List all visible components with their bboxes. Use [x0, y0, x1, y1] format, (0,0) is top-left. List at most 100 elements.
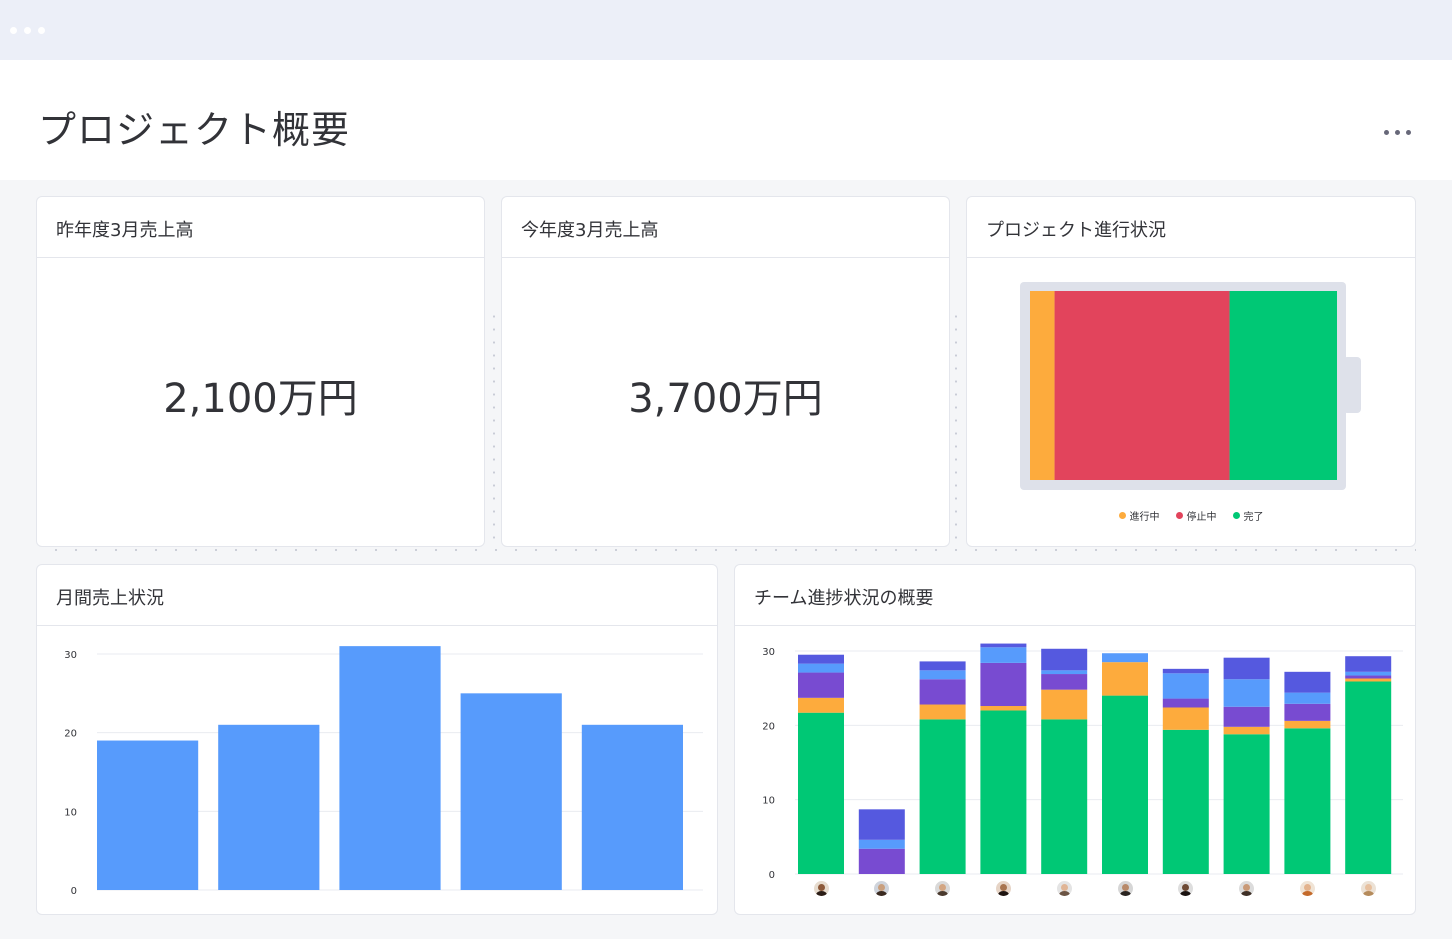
team-bar-segment[interactable]	[1345, 675, 1392, 679]
avatar-body	[937, 891, 949, 896]
avatar[interactable]	[1239, 881, 1255, 896]
card-title: 月間売上状況	[56, 588, 164, 609]
team-bar-segment[interactable]	[919, 670, 966, 680]
battery-segment-done[interactable]	[1229, 291, 1337, 480]
team-bar-segment[interactable]	[1223, 657, 1270, 680]
team-bar-segment[interactable]	[1102, 653, 1148, 663]
y-tick-label: 10	[64, 807, 77, 818]
sales-value: 2,100万円	[163, 376, 358, 422]
team-bar-segment[interactable]	[1345, 678, 1392, 682]
y-tick-label: 10	[762, 796, 775, 807]
battery-segment-stopped[interactable]	[1054, 291, 1230, 480]
team-bar-segment[interactable]	[980, 706, 1027, 711]
team-bar-segment[interactable]	[1284, 671, 1331, 693]
avatar[interactable]	[1178, 881, 1194, 896]
team-bar-segment[interactable]	[980, 647, 1027, 663]
avatar-face	[939, 884, 947, 891]
window-control-dot[interactable]	[38, 27, 45, 34]
card-header: プロジェクト進行状況	[967, 197, 1415, 258]
more-horizontal-icon[interactable]	[1382, 122, 1414, 142]
card-title: チーム進捗状況の概要	[754, 588, 934, 609]
monthly-sales-bar-chart: 0 10 20 30	[64, 646, 703, 897]
avatar-body	[876, 891, 888, 896]
team-bar-segment[interactable]	[919, 661, 966, 671]
team-bar-segment[interactable]	[1162, 698, 1209, 708]
team-bar-segment[interactable]	[798, 654, 844, 664]
team-bar-segment[interactable]	[1162, 668, 1209, 674]
team-bar-segment[interactable]	[1041, 648, 1088, 671]
team-bar-segment[interactable]	[1041, 670, 1088, 675]
y-tick-label: 20	[762, 721, 775, 732]
card-title: 今年度3月売上高	[521, 220, 659, 241]
team-bar-segment[interactable]	[858, 839, 905, 849]
monthly-bar[interactable]	[460, 693, 562, 890]
team-bar-segment[interactable]	[1041, 689, 1088, 720]
team-bar-segment[interactable]	[1223, 726, 1270, 735]
card-team-progress[interactable]: チーム進捗状況の概要 0 10 20 30	[734, 564, 1416, 915]
team-bar-segment[interactable]	[980, 643, 1027, 648]
card-header: 月間売上状況	[37, 565, 717, 626]
card-last-year-sales[interactable]: 昨年度3月売上高 2,100万円	[36, 196, 485, 547]
avatar[interactable]	[1117, 881, 1133, 896]
team-bar-segment[interactable]	[1223, 734, 1270, 874]
team-bar-segment[interactable]	[1102, 695, 1148, 874]
team-bar-segment[interactable]	[980, 662, 1027, 707]
monthly-bar[interactable]	[97, 740, 199, 890]
card-header: 昨年度3月売上高	[37, 197, 484, 258]
avatar[interactable]	[874, 881, 890, 896]
team-bar-segment[interactable]	[798, 697, 844, 713]
avatar[interactable]	[1299, 881, 1315, 896]
legend-item-in-progress[interactable]: 進行中	[1118, 508, 1160, 523]
battery-segment-in-progress[interactable]	[1030, 291, 1055, 480]
team-bar-segment[interactable]	[919, 719, 966, 874]
avatar[interactable]	[1056, 881, 1072, 896]
team-bar-segment[interactable]	[919, 704, 966, 720]
team-bar-segment[interactable]	[858, 809, 905, 840]
team-bar-segment[interactable]	[858, 848, 905, 874]
avatar-face	[1060, 884, 1068, 891]
avatar-face	[1303, 884, 1311, 891]
monthly-bar[interactable]	[218, 724, 320, 890]
legend-item-done[interactable]: 完了	[1232, 508, 1264, 523]
team-bar-segment[interactable]	[1162, 707, 1209, 730]
team-bar-segment[interactable]	[1162, 673, 1209, 699]
team-bar-segment[interactable]	[1223, 679, 1270, 707]
sales-value: 3,700万円	[628, 376, 823, 422]
legend-item-stopped[interactable]: 停止中	[1175, 508, 1217, 523]
team-bar-segment[interactable]	[1345, 656, 1392, 672]
card-this-year-sales[interactable]: 今年度3月売上高 3,700万円	[501, 196, 950, 547]
team-bar-segment[interactable]	[1345, 671, 1392, 676]
avatar-body	[815, 891, 827, 896]
avatar[interactable]	[1360, 881, 1376, 896]
team-bar-segment[interactable]	[980, 710, 1027, 874]
window-control-dot[interactable]	[10, 27, 17, 34]
card-project-progress[interactable]: プロジェクト進行状況 進行中 停止中 完了	[966, 196, 1416, 547]
y-tick-label: 30	[64, 650, 77, 661]
monthly-bar[interactable]	[581, 724, 683, 890]
team-bar-segment[interactable]	[798, 663, 844, 673]
monthly-bar[interactable]	[339, 646, 441, 890]
team-bar-segment[interactable]	[1284, 728, 1331, 874]
resize-handle[interactable]	[46, 549, 1416, 551]
team-bar-segment[interactable]	[919, 679, 966, 705]
team-bar-segment[interactable]	[1284, 692, 1331, 704]
team-bar-segment[interactable]	[798, 672, 844, 698]
team-bar-segment[interactable]	[1284, 720, 1331, 729]
avatar[interactable]	[935, 881, 951, 896]
team-bar-segment[interactable]	[1102, 662, 1148, 696]
team-bar-segment[interactable]	[1041, 674, 1088, 690]
avatar[interactable]	[995, 881, 1011, 896]
card-title: 昨年度3月売上高	[56, 220, 194, 241]
team-bar-segment[interactable]	[798, 712, 844, 874]
resize-handle[interactable]	[955, 310, 957, 540]
team-bar-segment[interactable]	[1345, 681, 1392, 874]
card-monthly-sales[interactable]: 月間売上状況 0 10 20 30	[36, 564, 718, 915]
legend-label: 進行中	[1129, 512, 1160, 523]
team-bar-segment[interactable]	[1162, 729, 1209, 874]
team-bar-segment[interactable]	[1041, 719, 1088, 874]
avatar[interactable]	[813, 881, 829, 896]
window-control-dot[interactable]	[24, 27, 31, 34]
team-bar-segment[interactable]	[1223, 706, 1270, 727]
team-bar-segment[interactable]	[1284, 703, 1331, 721]
resize-handle[interactable]	[493, 310, 495, 540]
